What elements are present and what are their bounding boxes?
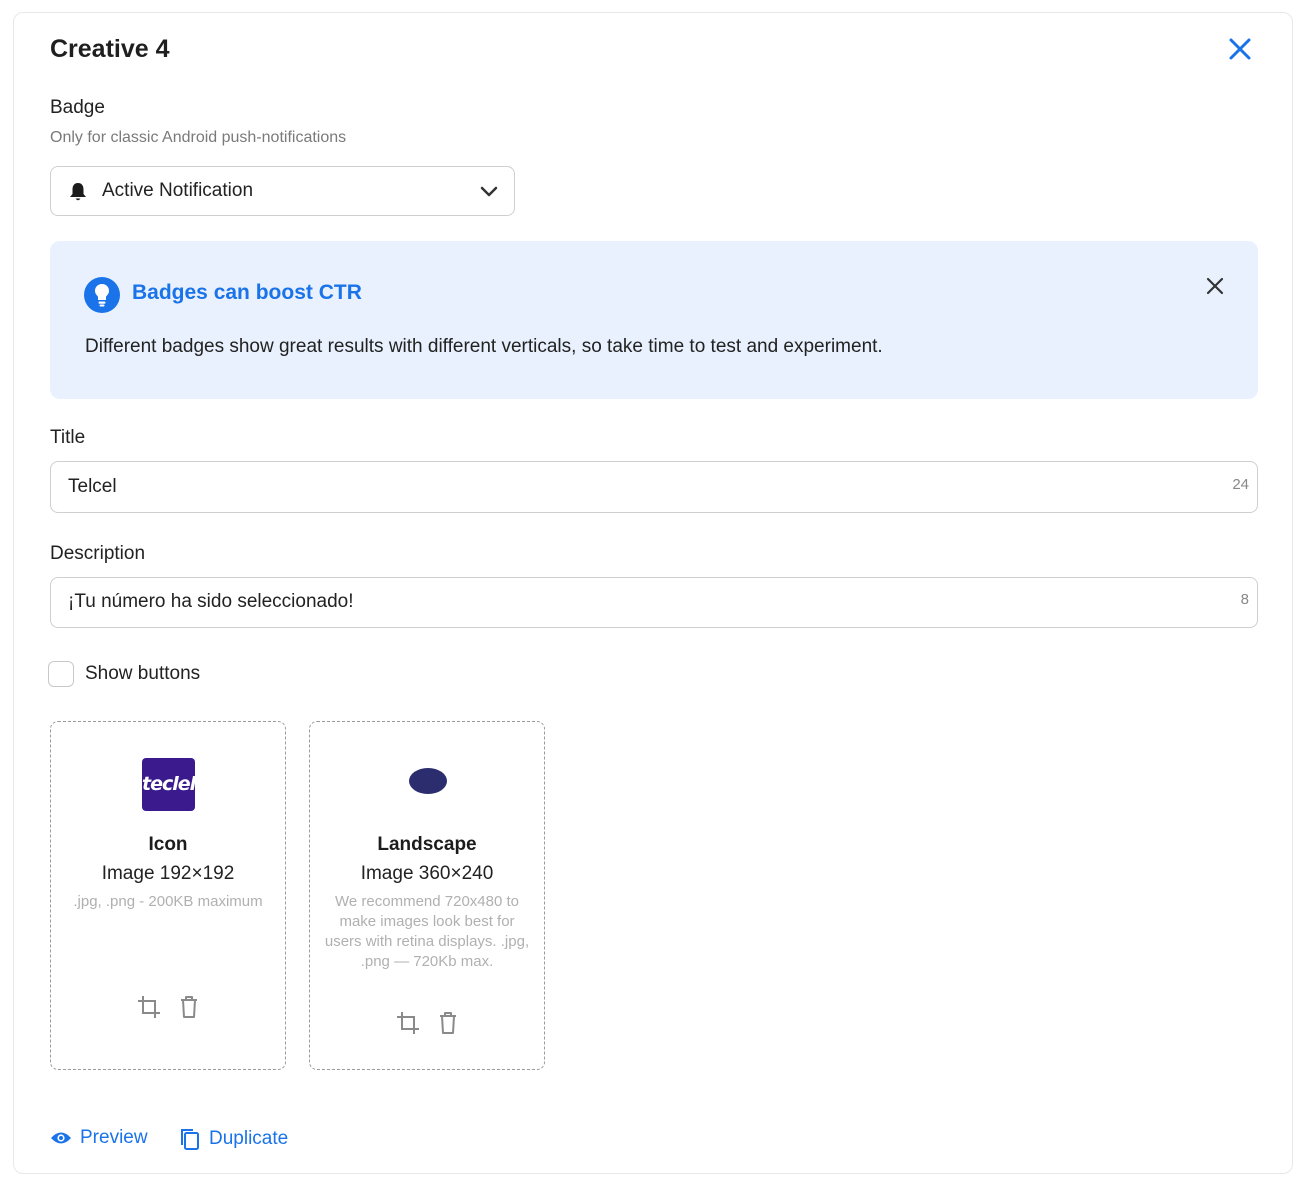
title-input[interactable]: Telcel 24 <box>50 461 1258 513</box>
trash-icon[interactable] <box>178 994 200 1020</box>
badge-select-value: Active Notification <box>102 180 254 201</box>
eye-icon <box>51 1132 71 1144</box>
title-char-counter: 24 <box>1232 476 1249 493</box>
upload-dimensions: Image 192×192 <box>101 863 235 884</box>
title-label: Title <box>50 427 86 448</box>
copy-icon <box>181 1129 199 1150</box>
trash-icon[interactable] <box>437 1010 459 1036</box>
duplicate-label: Duplicate <box>209 1128 289 1149</box>
upload-name: Icon <box>148 834 188 855</box>
upload-actions <box>310 1010 544 1036</box>
duplicate-button[interactable]: Duplicate <box>179 1127 288 1151</box>
tip-body: Different badges show great results with… <box>85 336 883 357</box>
landscape-upload-slot[interactable]: Landscape Image 360×240 We recommend 720… <box>309 721 545 1070</box>
description-input-value: ¡Tu número ha sido seleccionado! <box>68 591 354 612</box>
icon-upload-slot[interactable]: teclel Icon Image 192×192 .jpg, .png - 2… <box>50 721 286 1070</box>
close-icon[interactable] <box>1204 275 1226 297</box>
show-buttons-label: Show buttons <box>85 663 201 684</box>
tip-banner: Badges can boost CTR Different badges sh… <box>50 241 1258 399</box>
badge-select[interactable]: Active Notification <box>50 166 515 216</box>
description-char-counter: 8 <box>1240 591 1249 608</box>
lightbulb-icon <box>84 277 120 313</box>
upload-hint: .jpg, .png - 200KB maximum <box>73 893 263 910</box>
landscape-thumbnail <box>409 768 447 794</box>
upload-hint: We recommend 720x480 to make images look… <box>324 893 530 970</box>
chevron-down-icon <box>480 186 498 197</box>
close-icon[interactable] <box>1226 35 1254 63</box>
upload-name: Landscape <box>377 834 477 855</box>
preview-button[interactable]: Preview <box>50 1127 148 1149</box>
description-label: Description <box>50 543 146 564</box>
creative-panel: Creative 4 Badge Only for classic Androi… <box>13 12 1293 1174</box>
preview-label: Preview <box>80 1127 148 1148</box>
show-buttons-checkbox[interactable] <box>48 661 74 687</box>
icon-thumbnail: teclel <box>142 758 196 811</box>
description-input[interactable]: ¡Tu número ha sido seleccionado! 8 <box>50 577 1258 628</box>
badge-sublabel: Only for classic Android push-notificati… <box>50 129 347 146</box>
icon-thumbnail-text: teclel <box>142 773 196 795</box>
tip-title: Badges can boost CTR <box>132 281 362 304</box>
panel-title: Creative 4 <box>50 35 170 63</box>
title-input-value: Telcel <box>68 476 117 497</box>
upload-actions <box>51 994 285 1020</box>
crop-icon[interactable] <box>395 1010 421 1036</box>
badge-label: Badge <box>50 97 105 118</box>
bell-icon <box>70 183 86 201</box>
crop-icon[interactable] <box>136 994 162 1020</box>
upload-dimensions: Image 360×240 <box>360 863 494 884</box>
